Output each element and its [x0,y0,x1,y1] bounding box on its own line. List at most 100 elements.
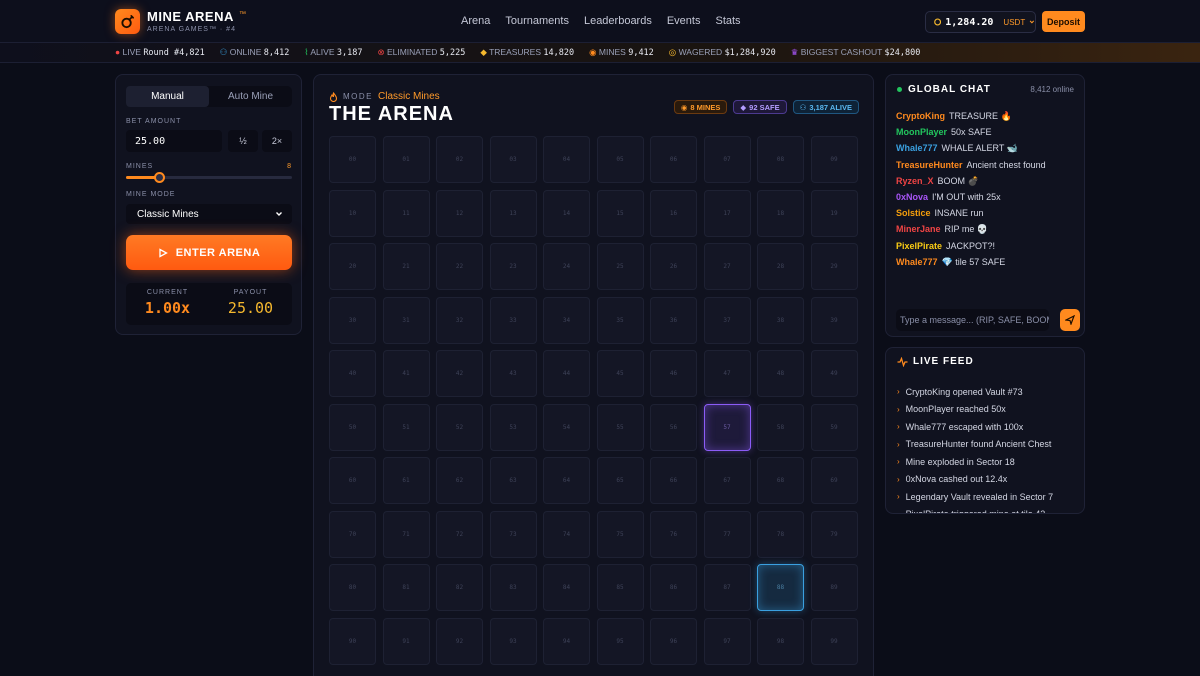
grid-tile[interactable]: 58 [757,403,804,451]
grid-tile[interactable]: 33 [489,296,537,344]
grid-tile[interactable]: 47 [703,350,751,397]
grid-tile[interactable]: 64 [543,457,590,504]
grid-tile[interactable]: 12 [436,189,483,237]
grid-tile[interactable]: 75 [596,510,644,558]
grid-tile[interactable]: 79 [810,510,858,558]
grid-tile[interactable]: 48 [757,350,804,397]
chat-username[interactable]: MoonPlayer [896,127,947,137]
grid-tile[interactable]: 01 [382,136,430,183]
grid-tile[interactable]: 74 [543,510,590,558]
grid-tile[interactable]: 66 [650,457,697,504]
grid-tile[interactable]: 10 [329,189,376,237]
grid-tile[interactable]: 53 [489,403,537,451]
grid-tile[interactable]: 39 [810,296,858,344]
chat-username[interactable]: PixelPirate [896,241,942,251]
chat-username[interactable]: 0xNova [896,192,928,202]
grid-tile[interactable]: 76 [650,510,697,558]
grid-tile[interactable]: 37 [703,296,751,344]
nav-leaderboards[interactable]: Leaderboards [584,15,652,27]
grid-tile[interactable]: 90 [329,617,376,665]
grid-tile[interactable]: 18 [757,189,804,237]
chat-username[interactable]: TreasureHunter [896,160,963,170]
grid-tile[interactable]: 04 [543,136,590,183]
grid-tile[interactable]: 68 [757,457,804,504]
grid-tile[interactable]: 36 [650,296,697,344]
grid-tile[interactable]: 07 [703,136,751,183]
double-bet-button[interactable]: 2× [262,130,292,152]
grid-tile[interactable]: 50 [329,403,376,451]
grid-tile[interactable]: 67 [703,457,751,504]
grid-tile[interactable]: 55 [596,403,644,451]
grid-tile[interactable]: 03 [489,136,537,183]
grid-tile[interactable]: 27 [703,243,751,290]
grid-tile[interactable]: 56 [650,403,697,451]
grid-tile[interactable]: 82 [436,564,483,611]
chat-username[interactable]: Ryzen_X [896,176,934,186]
grid-tile[interactable]: 43 [489,350,537,397]
grid-tile[interactable]: 86 [650,564,697,611]
grid-tile[interactable]: 46 [650,350,697,397]
mines-slider-handle[interactable] [154,172,166,183]
grid-tile[interactable]: 31 [382,296,430,344]
grid-tile[interactable]: 28 [757,243,804,290]
grid-tile[interactable]: 52 [436,403,483,451]
grid-tile[interactable]: 30 [329,296,376,344]
nav-stats[interactable]: Stats [715,15,740,27]
grid-tile[interactable]: 20 [329,243,376,290]
grid-tile[interactable]: 19 [810,189,858,237]
bomb-icon[interactable] [115,9,140,34]
grid-tile[interactable]: 87 [703,564,751,611]
grid-tile[interactable]: 51 [382,403,430,451]
grid-tile[interactable]: 35 [596,296,644,344]
grid-tile[interactable]: 11 [382,189,430,237]
grid-tile[interactable]: 62 [436,457,483,504]
grid-tile[interactable]: 92 [436,617,483,665]
grid-tile[interactable]: 40 [329,350,376,397]
grid-tile[interactable]: 54 [543,403,590,451]
send-button[interactable] [1060,309,1080,331]
grid-tile[interactable]: 22 [436,243,483,290]
grid-tile[interactable]: 38 [757,296,804,344]
grid-tile[interactable]: 24 [543,243,590,290]
grid-tile[interactable]: 78 [757,510,804,558]
nav-arena[interactable]: Arena [461,15,490,27]
grid-tile[interactable]: 84 [543,564,590,611]
chat-username[interactable]: MinerJane [896,224,941,234]
grid-tile[interactable]: 60 [329,457,376,504]
grid-tile[interactable]: 97 [703,617,751,665]
grid-tile[interactable]: 61 [382,457,430,504]
grid-tile[interactable]: 85 [596,564,644,611]
grid-tile[interactable]: 32 [436,296,483,344]
grid-tile[interactable]: 73 [489,510,537,558]
mine-mode-select[interactable]: Classic Mines [126,204,292,224]
grid-tile[interactable]: 49 [810,350,858,397]
grid-tile[interactable]: 08 [757,136,804,183]
grid-tile[interactable]: 65 [596,457,644,504]
grid-tile[interactable]: 69 [810,457,858,504]
grid-tile[interactable]: 14 [543,189,590,237]
grid-tile[interactable]: 63 [489,457,537,504]
grid-tile[interactable]: 77 [703,510,751,558]
grid-tile[interactable]: 21 [382,243,430,290]
grid-tile[interactable]: 26 [650,243,697,290]
grid-tile[interactable]: 88 [757,564,804,611]
nav-events[interactable]: Events [667,15,701,27]
grid-tile[interactable]: 23 [489,243,537,290]
grid-tile[interactable]: 72 [436,510,483,558]
half-bet-button[interactable]: ½ [228,130,258,152]
chat-username[interactable]: CryptoKing [896,111,945,121]
grid-tile[interactable]: 13 [489,189,537,237]
grid-tile[interactable]: 57 [703,403,751,451]
brand-name[interactable]: MINE ARENA [147,9,234,24]
grid-tile[interactable]: 83 [489,564,537,611]
grid-tile[interactable]: 45 [596,350,644,397]
grid-tile[interactable]: 15 [596,189,644,237]
grid-tile[interactable]: 71 [382,510,430,558]
tab-manual[interactable]: Manual [126,86,209,107]
grid-tile[interactable]: 17 [703,189,751,237]
chat-username[interactable]: Whale777 [896,257,938,267]
enter-arena-button[interactable]: ENTER ARENA [126,235,292,270]
chat-username[interactable]: Solstice [896,208,931,218]
grid-tile[interactable]: 95 [596,617,644,665]
chat-username[interactable]: Whale777 [896,143,938,153]
